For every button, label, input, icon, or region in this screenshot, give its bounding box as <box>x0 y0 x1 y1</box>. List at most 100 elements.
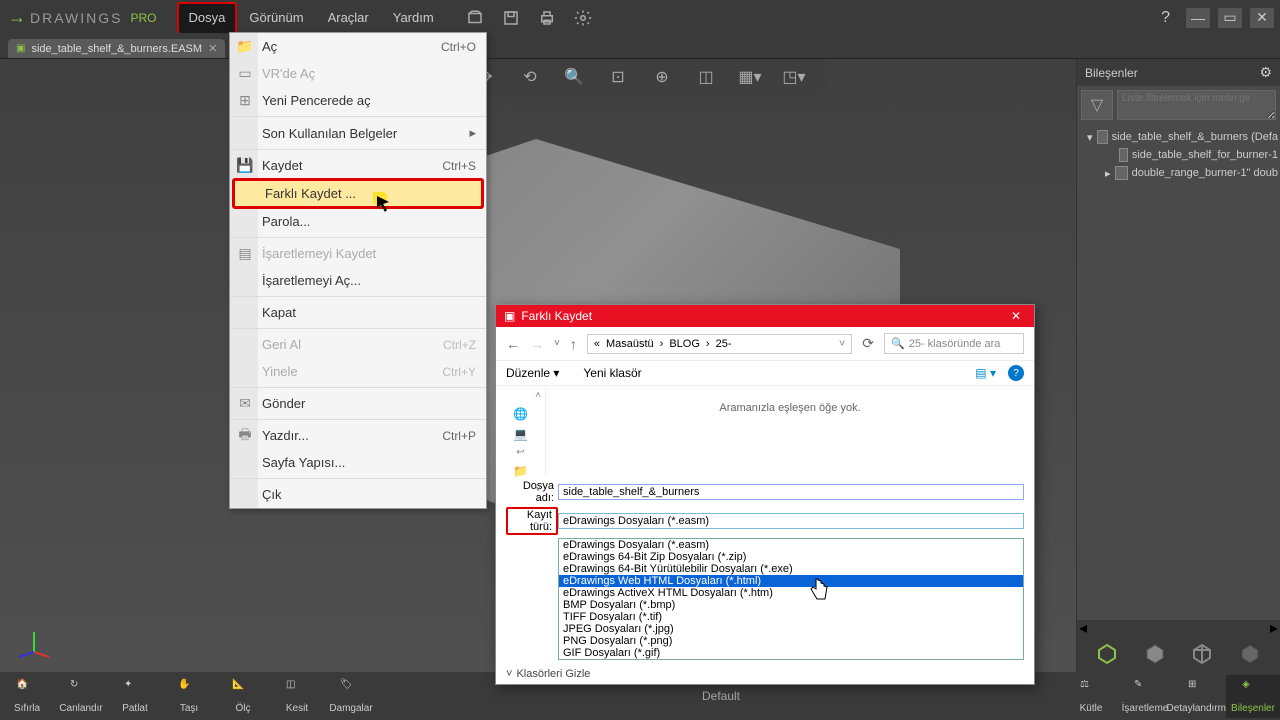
option-tif[interactable]: TIFF Dosyaları (*.tif) <box>559 611 1023 623</box>
nav-down-icon[interactable]: ˅ <box>554 338 560 349</box>
option-jpg[interactable]: JPEG Dosyaları (*.jpg) <box>559 623 1023 635</box>
newfolder-button[interactable]: Yeni klasör <box>583 366 641 380</box>
measure-button[interactable]: 📐Ölç <box>216 675 270 718</box>
dialog-footer: ˅ Klasörleri Gizle <box>496 664 1034 684</box>
view-mode-1-icon[interactable] <box>1095 642 1119 666</box>
view-options-icon[interactable]: ▤ ▾ <box>975 366 996 380</box>
tree-item[interactable]: ▸double_range_burner-1" doub <box>1079 164 1278 182</box>
menu-file[interactable]: Dosya <box>177 2 238 33</box>
location-icon-2[interactable]: 💻 <box>513 427 528 441</box>
section-icon: ◫ <box>286 679 308 701</box>
stamp-icon: 🏷 <box>340 679 362 701</box>
animate-button[interactable]: ↻Canlandır <box>54 675 108 718</box>
menu-print[interactable]: 🖶Yazdır...Ctrl+P <box>230 422 486 449</box>
stamps-button[interactable]: 🏷Damgalar <box>324 675 378 718</box>
dialog-sidebar[interactable]: ˄ 🌐 💻 ↩ 📁 ˅ <box>496 386 546 476</box>
mass-button[interactable]: ⚖Kütle <box>1064 675 1118 718</box>
component-tree[interactable]: ▾side_table_shelf_&_burners (Defa side_t… <box>1077 124 1280 620</box>
nav-back-icon[interactable]: ← <box>506 336 520 352</box>
location-icon[interactable]: 🌐 <box>513 407 528 421</box>
menu-recent[interactable]: Son Kullanılan Belgeler▸ <box>230 119 486 147</box>
menu-password[interactable]: Parola... <box>230 208 486 235</box>
location-icon-3[interactable]: ↩ <box>516 447 524 458</box>
menu-view[interactable]: Görünüm <box>237 2 315 33</box>
view-mode-2-icon[interactable] <box>1143 642 1167 666</box>
menu-save[interactable]: 💾KaydetCtrl+S <box>230 152 486 179</box>
reset-button[interactable]: 🏠Sıfırla <box>0 675 54 718</box>
components-button[interactable]: ◈Bileşenler <box>1226 675 1280 718</box>
menu-newwindow[interactable]: ⊞Yeni Pencerede aç <box>230 87 486 114</box>
explode-button[interactable]: ✦Patlat <box>108 675 162 718</box>
menu-tools[interactable]: Araçlar <box>316 2 381 33</box>
option-png[interactable]: PNG Dosyaları (*.png) <box>559 635 1023 647</box>
search-input[interactable]: 🔍 25- klasöründe ara <box>884 333 1024 354</box>
tree-item[interactable]: side_table_shelf_for_burner-1 <box>1079 146 1278 164</box>
zoomwin-icon[interactable]: ⊡ <box>606 65 630 89</box>
filter-input[interactable] <box>1117 90 1276 120</box>
open-icon[interactable] <box>466 9 484 27</box>
view-mode-4-icon[interactable] <box>1238 642 1262 666</box>
chevron-down-icon[interactable]: ˅ <box>535 484 541 495</box>
menu-close[interactable]: Kapat <box>230 299 486 326</box>
filter-icon[interactable]: ▽ <box>1081 90 1113 120</box>
markup-button[interactable]: ✎İşaretleme <box>1118 675 1172 718</box>
move-button[interactable]: ✋Taşı <box>162 675 216 718</box>
menu-help[interactable]: Yardım <box>381 2 446 33</box>
option-easm[interactable]: eDrawings Dosyaları (*.easm) <box>559 539 1023 551</box>
panel-gear-icon[interactable]: ⚙ <box>1259 64 1272 81</box>
close-button[interactable]: ✕ <box>1250 8 1274 28</box>
organize-button[interactable]: Düzenle ▾ <box>506 366 559 380</box>
chevron-up-icon[interactable]: ˄ <box>535 390 541 401</box>
option-html[interactable]: eDrawings Web HTML Dosyaları (*.html) <box>559 575 1023 587</box>
zoom-icon[interactable]: 🔍 <box>562 65 586 89</box>
detail-icon: ⊞ <box>1188 679 1210 701</box>
minimize-button[interactable]: — <box>1186 8 1210 28</box>
help-icon[interactable]: ? <box>1008 365 1024 381</box>
maximize-button[interactable]: ▭ <box>1218 8 1242 28</box>
folder-icon[interactable]: 📁 <box>513 464 528 478</box>
nav-fwd-icon[interactable]: → <box>530 336 544 352</box>
option-zip[interactable]: eDrawings 64-Bit Zip Dosyaları (*.zip) <box>559 551 1023 563</box>
gear-icon[interactable] <box>574 9 592 27</box>
menu-pagesetup[interactable]: Sayfa Yapısı... <box>230 449 486 476</box>
hscrollbar[interactable]: ◂▸ <box>1077 620 1280 636</box>
perspective-icon[interactable]: ◫ <box>694 65 718 89</box>
menu-send[interactable]: ✉Gönder <box>230 390 486 417</box>
filename-input[interactable] <box>558 484 1024 500</box>
filetype-select[interactable]: eDrawings Dosyaları (*.easm) <box>558 513 1024 529</box>
panel-header: Bileşenler ⚙ <box>1077 59 1280 86</box>
save-icon[interactable] <box>502 9 520 27</box>
option-gif[interactable]: GIF Dosyaları (*.gif) <box>559 647 1023 659</box>
printer-icon: 🖶 <box>236 427 254 445</box>
help-icon[interactable]: ? <box>1161 9 1170 27</box>
tab-label: side_table_shelf_&_burners.EASM <box>31 43 202 55</box>
mail-icon: ✉ <box>236 395 254 413</box>
refresh-icon[interactable]: ⟳ <box>862 335 874 352</box>
view-icon[interactable]: ◳▾ <box>782 65 806 89</box>
tree-root[interactable]: ▾side_table_shelf_&_burners (Defa <box>1079 128 1278 146</box>
detail-button[interactable]: ⊞Detaylandırma <box>1172 675 1226 718</box>
option-bmp[interactable]: BMP Dosyaları (*.bmp) <box>559 599 1023 611</box>
view-mode-3-icon[interactable] <box>1190 642 1214 666</box>
cube-icon <box>1119 148 1128 162</box>
nav-up-icon[interactable]: ↑ <box>570 336 577 352</box>
menu-openmarkup[interactable]: İşaretlemeyi Aç... <box>230 267 486 294</box>
dialog-titlebar[interactable]: ▣ Farklı Kaydet ✕ <box>496 305 1034 327</box>
menu-exit[interactable]: Çık <box>230 481 486 508</box>
document-tab[interactable]: ▣ side_table_shelf_&_burners.EASM ✕ <box>8 39 225 58</box>
cursor-hand-icon <box>808 577 830 603</box>
expand-icon[interactable]: ˅ <box>506 668 512 680</box>
zoomfit-icon[interactable]: ⊕ <box>650 65 674 89</box>
rotate-icon[interactable]: ⟲ <box>518 65 542 89</box>
menu-open[interactable]: 📁AçCtrl+O <box>230 33 486 60</box>
option-exe[interactable]: eDrawings 64-Bit Yürütülebilir Dosyaları… <box>559 563 1023 575</box>
hidefolders-button[interactable]: Klasörleri Gizle <box>516 668 590 680</box>
menu-saveas[interactable]: Farklı Kaydet ... <box>232 178 484 209</box>
option-htm[interactable]: eDrawings ActiveX HTML Dosyaları (*.htm) <box>559 587 1023 599</box>
dialog-close-button[interactable]: ✕ <box>1006 309 1026 323</box>
print-icon[interactable] <box>538 9 556 27</box>
path-breadcrumb[interactable]: « Masaüstü› BLOG› 25- ˅ <box>587 334 852 354</box>
section-button[interactable]: ◫Kesit <box>270 675 324 718</box>
tab-close-icon[interactable]: ✕ <box>208 42 217 55</box>
display-icon[interactable]: ▦▾ <box>738 65 762 89</box>
